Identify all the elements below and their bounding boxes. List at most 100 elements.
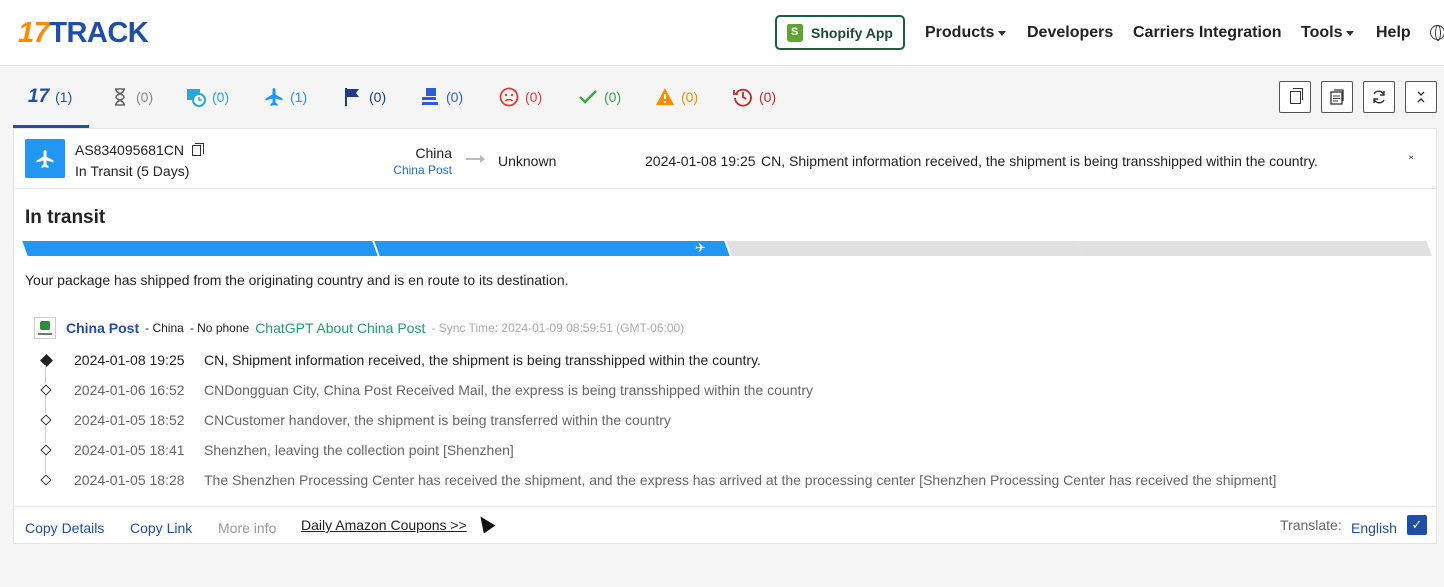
- flag-icon: [345, 88, 359, 106]
- collapse-icon[interactable]: ⌄ ⌃: [1407, 151, 1415, 167]
- tab-all[interactable]: 17 (1): [28, 86, 72, 108]
- checkmark-icon: ✓: [1411, 517, 1423, 532]
- nav-help-label: Help: [1376, 24, 1411, 41]
- tab-info-received[interactable]: (0): [186, 86, 229, 108]
- shopify-app-button[interactable]: Shopify App: [775, 15, 905, 50]
- copy-all-button[interactable]: [1321, 81, 1353, 113]
- event-time: 2024-01-05 18:52: [74, 412, 185, 428]
- china-post-logo-icon: [34, 317, 56, 339]
- in-transit-status-icon: [25, 139, 65, 178]
- logo-number: 17: [18, 16, 50, 49]
- nav-tools[interactable]: Tools: [1301, 24, 1355, 42]
- nav-products[interactable]: Products: [925, 24, 1007, 42]
- tab-alert[interactable]: (0): [655, 86, 698, 108]
- tracking-events-list: 2024-01-08 19:25 CN, Shipment informatio…: [34, 352, 1334, 502]
- tab-undelivered[interactable]: (0): [499, 86, 542, 108]
- tracking-event: 2024-01-05 18:28 The Shenzhen Processing…: [34, 472, 1334, 502]
- tracking-number: AS834095681CN: [75, 142, 204, 158]
- timeline-connector: [45, 395, 46, 413]
- tab-not-found[interactable]: (0): [110, 86, 153, 108]
- airplane-icon: ✈: [695, 240, 706, 255]
- tab-in-transit[interactable]: (1): [264, 86, 307, 108]
- progress-segment-2: [374, 241, 730, 256]
- carrier-name-link[interactable]: China Post: [66, 320, 139, 336]
- card-footer: Copy Details Copy Link More info Daily A…: [14, 506, 1436, 544]
- shipment-summary[interactable]: AS834095681CN In Transit (5 Days) China …: [14, 129, 1436, 189]
- translate-checkbox[interactable]: ✓: [1407, 515, 1427, 535]
- diamond-outline-icon: [40, 414, 52, 426]
- copy-details-link[interactable]: Copy Details: [25, 520, 104, 536]
- nav-help[interactable]: Help: [1376, 24, 1411, 42]
- more-info-link[interactable]: More info: [218, 520, 276, 536]
- event-description: CNDongguan City, China Post Received Mai…: [204, 382, 814, 398]
- diamond-filled-icon: [40, 354, 53, 367]
- tab-delivered-count: (0): [604, 89, 622, 105]
- carrier-info: China Post - China - No phone ChatGPT Ab…: [34, 317, 684, 339]
- tab-expired[interactable]: (0): [733, 86, 776, 108]
- shopify-icon: [787, 23, 804, 42]
- copy-link-link[interactable]: Copy Link: [130, 520, 192, 536]
- event-time: 2024-01-05 18:28: [74, 472, 185, 488]
- timeline-connector: [45, 425, 46, 443]
- event-description: CNCustomer handover, the shipment is bei…: [204, 412, 671, 428]
- status-days: In Transit (5 Days): [75, 163, 190, 179]
- timeline-connector: [45, 365, 46, 383]
- tab-alert-count: (0): [681, 89, 699, 105]
- airplane-icon: [36, 149, 54, 168]
- document-copy-icon: [1330, 89, 1344, 105]
- timeline-connector: [45, 455, 46, 473]
- diamond-outline-icon: [40, 384, 52, 396]
- nav-developers[interactable]: Developers: [1027, 24, 1113, 42]
- 17track-icon: 17: [28, 86, 50, 107]
- carrier-country: - China: [145, 321, 184, 335]
- checkmark-icon: [579, 90, 597, 104]
- top-header: 17 TRACK Shopify App Products Developers…: [0, 0, 1444, 66]
- arrow-right-icon: [466, 155, 485, 163]
- shipment-card: AS834095681CN In Transit (5 Days) China …: [13, 128, 1437, 544]
- shopify-app-label: Shopify App: [811, 24, 893, 41]
- clock-box-icon: [187, 89, 206, 107]
- logo-word: TRACK: [49, 16, 149, 49]
- copy-icon[interactable]: [191, 142, 204, 156]
- origin-carrier-link[interactable]: China Post: [384, 163, 452, 177]
- progress-segment-4: [1076, 241, 1432, 256]
- detail-status-message: Your package has shipped from the origin…: [25, 272, 569, 288]
- tab-out-for-delivery[interactable]: (0): [420, 86, 463, 108]
- tracking-event: 2024-01-06 16:52 CNDongguan City, China …: [34, 382, 1334, 413]
- globe-icon[interactable]: [1430, 25, 1444, 41]
- diamond-outline-icon: [40, 474, 52, 486]
- collapse-all-button[interactable]: [1405, 81, 1437, 113]
- event-time: 2024-01-06 16:52: [74, 382, 185, 398]
- chatgpt-carrier-link[interactable]: ChatGPT About China Post: [255, 320, 425, 336]
- 17track-logo[interactable]: 17 TRACK: [18, 16, 149, 49]
- tab-info-received-count: (0): [212, 89, 230, 105]
- tab-pick-up[interactable]: (0): [343, 86, 386, 108]
- tracking-event: 2024-01-08 19:25 CN, Shipment informatio…: [34, 352, 1334, 383]
- collapse-icon: [1417, 91, 1425, 103]
- diamond-outline-icon: [40, 444, 52, 456]
- destination-country: Unknown: [498, 153, 557, 169]
- tab-delivered[interactable]: (0): [578, 86, 621, 108]
- tab-in-transit-count: (1): [290, 89, 308, 105]
- tracking-event: 2024-01-05 18:41 Shenzhen, leaving the c…: [34, 442, 1334, 473]
- nav-tools-label: Tools: [1301, 24, 1343, 41]
- sad-face-icon: [499, 87, 519, 107]
- nav-developers-label: Developers: [1027, 24, 1114, 41]
- nav-carriers-integration[interactable]: Carriers Integration: [1133, 24, 1281, 42]
- event-time: 2024-01-05 18:41: [74, 442, 185, 458]
- translate-label: Translate:: [1280, 517, 1342, 533]
- refresh-button[interactable]: [1363, 81, 1395, 113]
- tab-undelivered-count: (0): [525, 89, 543, 105]
- tab-not-found-count: (0): [136, 89, 154, 105]
- chevron-down-icon: [1346, 30, 1355, 36]
- airplane-icon: [265, 88, 283, 106]
- status-tabs: 17 (1) (0) (0) (1) (0) (0) (0) (0) (0) (…: [13, 67, 1437, 128]
- event-description: CN, Shipment information received, the s…: [204, 352, 761, 368]
- history-icon: [733, 88, 752, 107]
- mouse-cursor-icon: [474, 512, 496, 534]
- tab-all-count: (1): [55, 89, 73, 105]
- translate-language-select[interactable]: English: [1351, 520, 1397, 536]
- tab-pick-up-count: (0): [369, 89, 387, 105]
- amazon-coupons-link[interactable]: Daily Amazon Coupons >>: [301, 517, 467, 533]
- copy-button[interactable]: [1279, 81, 1311, 113]
